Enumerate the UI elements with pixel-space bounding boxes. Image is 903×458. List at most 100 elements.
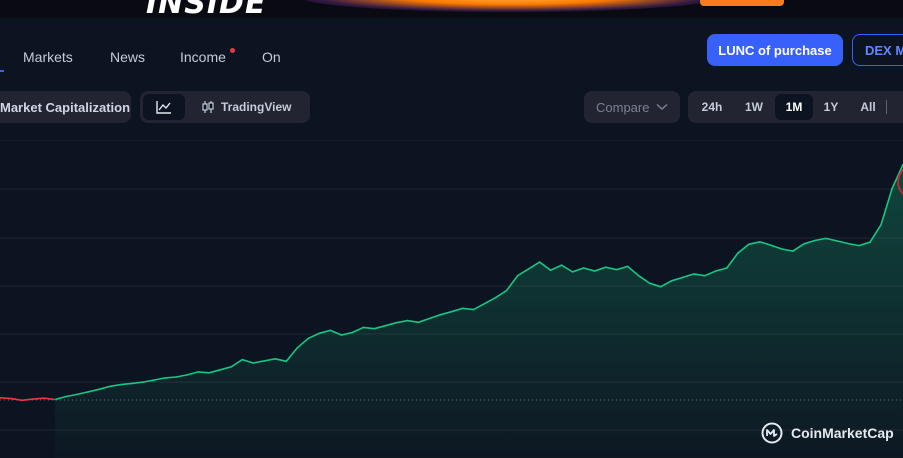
data-point <box>803 243 805 245</box>
data-point <box>516 274 519 277</box>
data-point <box>362 326 365 329</box>
banner-cta-button[interactable] <box>700 0 784 6</box>
data-point <box>571 271 574 273</box>
range-1y[interactable]: 1Y <box>813 94 849 120</box>
data-point <box>825 237 827 240</box>
data-point <box>54 398 56 401</box>
candlestick-icon <box>202 101 214 113</box>
data-point <box>494 296 497 299</box>
metric-label: Market Capitalization <box>0 99 131 115</box>
data-point <box>384 324 387 327</box>
chart-type-toggle: TradingView <box>140 91 310 123</box>
range-divider <box>886 100 887 114</box>
tradingview-button[interactable]: TradingView <box>190 94 306 120</box>
data-point <box>164 377 166 379</box>
compare-label: Compare <box>596 99 650 115</box>
data-point <box>472 308 475 311</box>
data-point <box>737 252 739 254</box>
tab-news[interactable]: News <box>110 49 145 65</box>
data-point <box>274 358 277 360</box>
data-point <box>483 302 486 305</box>
data-point <box>582 267 585 269</box>
data-point <box>659 285 662 288</box>
data-point <box>219 369 221 371</box>
nav-active-indicator <box>0 70 4 72</box>
coinmarketcap-logo-icon <box>761 422 783 444</box>
data-point <box>648 282 651 285</box>
data-point <box>538 261 541 263</box>
line-chart-icon <box>156 101 171 114</box>
data-point <box>693 273 695 275</box>
data-point <box>637 274 640 277</box>
data-point <box>340 334 343 336</box>
line-chart-button[interactable] <box>143 94 185 120</box>
tab-on[interactable]: On <box>262 49 281 65</box>
data-point <box>351 331 354 334</box>
data-point <box>65 395 67 398</box>
data-point <box>296 347 299 349</box>
watermark-label: CoinMarketCap <box>791 425 894 441</box>
data-point <box>186 374 188 376</box>
data-point <box>792 250 794 252</box>
data-point <box>252 362 255 364</box>
data-point <box>759 241 761 243</box>
range-all[interactable]: All <box>850 94 886 120</box>
buy-button[interactable]: LUNC of purchase <box>707 34 843 66</box>
data-point <box>748 243 750 246</box>
data-point <box>505 289 508 292</box>
data-point <box>208 372 210 374</box>
data-point <box>142 381 144 383</box>
data-point <box>428 317 431 320</box>
range-1m[interactable]: 1M <box>775 94 813 120</box>
data-point <box>285 360 288 363</box>
notification-dot <box>230 48 235 53</box>
data-point <box>836 240 838 242</box>
price-chart[interactable] <box>0 140 903 458</box>
data-point <box>527 268 530 270</box>
data-point <box>76 393 78 396</box>
data-point <box>670 280 673 282</box>
data-point <box>241 358 244 361</box>
data-point <box>626 265 629 268</box>
range-1w[interactable]: 1W <box>735 94 773 120</box>
data-point <box>307 337 310 340</box>
data-point <box>395 321 398 324</box>
data-point <box>891 188 893 190</box>
compare-dropdown[interactable]: Compare <box>584 91 680 123</box>
data-point <box>21 399 23 402</box>
data-point <box>197 371 199 373</box>
banner-glow <box>300 0 720 12</box>
banner-title: INSIDE <box>146 0 267 18</box>
tab-markets[interactable]: Markets <box>23 49 73 65</box>
metric-selector[interactable]: Market Capitalization <box>0 91 131 123</box>
data-point <box>417 321 420 324</box>
data-point <box>704 274 706 277</box>
data-point <box>318 332 321 335</box>
data-point <box>549 269 552 271</box>
range-24h[interactable]: 24h <box>693 94 731 120</box>
data-point <box>329 329 332 332</box>
dex-button[interactable]: DEX M <box>852 34 903 66</box>
data-point <box>439 313 442 316</box>
data-point <box>869 241 871 243</box>
coinmarketcap-watermark: CoinMarketCap <box>761 422 894 444</box>
data-point <box>770 244 772 246</box>
data-point <box>175 376 177 378</box>
data-point <box>32 398 34 400</box>
data-point <box>682 276 684 279</box>
promo-banner[interactable]: INSIDE <box>0 0 903 18</box>
data-point <box>450 310 453 313</box>
data-point <box>461 307 464 310</box>
data-point <box>604 266 607 268</box>
data-point <box>263 360 266 362</box>
chevron-down-icon <box>656 103 668 111</box>
data-point <box>10 397 12 400</box>
data-point <box>43 397 45 400</box>
data-point <box>715 270 717 272</box>
tab-income[interactable]: Income <box>180 49 226 65</box>
price-area <box>55 164 903 458</box>
data-point <box>373 327 376 330</box>
data-point <box>131 382 133 385</box>
data-point <box>847 242 849 245</box>
data-point <box>858 244 860 247</box>
